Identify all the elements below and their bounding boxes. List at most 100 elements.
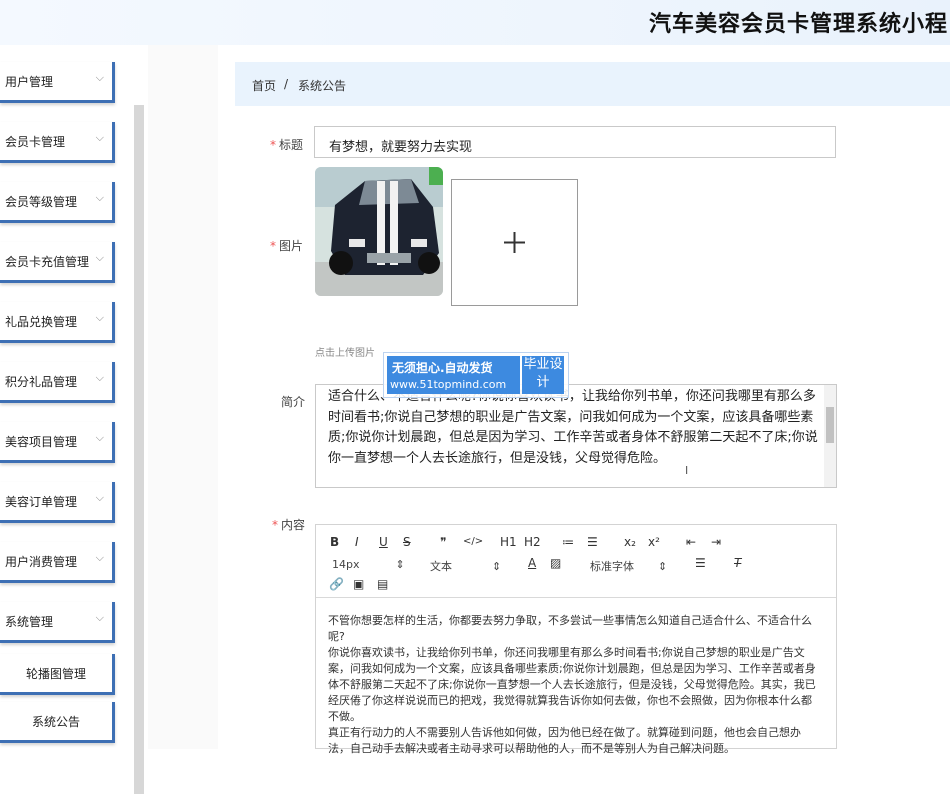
superscript-button[interactable]: x² [648, 535, 660, 549]
sidebar-item-beauty-project[interactable]: 美容项目管理 ⌵ [0, 422, 115, 463]
intro-scrollbar[interactable] [824, 385, 836, 487]
bold-button[interactable]: B [330, 535, 339, 549]
editor-content[interactable]: 不管你想要怎样的生活，你都要去努力争取，不多尝试一些事情怎么知道自己适合什么、不… [328, 613, 822, 757]
chevron-down-icon: ⌵ [95, 251, 104, 264]
sidebar-item-label: 系统公告 [31, 715, 80, 729]
paragraph-value: 文本 [430, 560, 452, 573]
watermark-main: 无须担心.自动发货 www.51topmind.com [387, 356, 520, 394]
paragraph-select[interactable]: 文本 ⇕ [430, 558, 501, 574]
sidebar-item-label: 会员卡管理 [5, 135, 66, 149]
sidebar-item-label: 轮播图管理 [25, 667, 86, 681]
chevron-down-icon: ⌵ [95, 311, 104, 324]
chevron-down-icon: ⌵ [95, 371, 104, 384]
link-icon[interactable]: 🔗 [329, 577, 344, 591]
sidebar-subitem-carousel[interactable]: 轮播图管理 [0, 654, 115, 695]
sidebar-item-label: 用户管理 [5, 75, 54, 89]
watermark-banner: 无须担心.自动发货 www.51topmind.com 毕业设计 [383, 352, 569, 398]
intro-textarea[interactable]: 适合什么、不适合什么呢?你说你喜欢读书，让我给你列书单，你还问我哪里有那么多时间… [315, 384, 837, 488]
outdent-icon[interactable]: ⇤ [686, 535, 696, 549]
app-title: 汽车美容会员卡管理系统小程 [648, 12, 948, 37]
upload-image-button[interactable] [451, 179, 578, 306]
sidebar-subitem-announcement[interactable]: 系统公告 [0, 702, 115, 743]
required-mark: * [270, 239, 276, 253]
sidebar-item-user-consumption[interactable]: 用户消费管理 ⌵ [0, 542, 115, 583]
sidebar-scrollbar[interactable] [134, 105, 144, 794]
select-arrow-icon: ⇕ [395, 558, 405, 571]
blockquote-icon[interactable]: ❞ [440, 535, 446, 549]
sidebar-item-label: 美容订单管理 [5, 495, 78, 509]
watermark-badge: 毕业设计 [522, 356, 564, 394]
sidebar-item-member-level[interactable]: 会员等级管理 ⌵ [0, 182, 115, 223]
sidebar-item-label: 礼品兑换管理 [5, 315, 78, 329]
chevron-down-icon: ⌵ [95, 491, 104, 504]
italic-button[interactable]: I [355, 535, 359, 549]
sidebar-item-label: 积分礼品管理 [5, 375, 78, 389]
code-icon[interactable]: </> [463, 536, 483, 547]
content-label-text: 内容 [281, 518, 306, 532]
content-gutter [148, 45, 218, 749]
chevron-down-icon: ⌵ [95, 131, 104, 144]
ordered-list-icon[interactable]: ≔ [562, 535, 574, 549]
underline-button[interactable]: U [379, 535, 388, 549]
heading2-button[interactable]: H2 [524, 535, 541, 549]
required-mark: * [270, 138, 276, 152]
sidebar-item-beauty-order[interactable]: 美容订单管理 ⌵ [0, 482, 115, 523]
chevron-down-icon: ⌵ [95, 71, 104, 84]
select-arrow-icon: ⇕ [492, 560, 502, 573]
sidebar-item-system[interactable]: 系统管理 ⌵ [0, 602, 115, 643]
font-size-select[interactable]: 14px ⇕ [332, 558, 405, 571]
uploaded-car-image[interactable] [315, 167, 443, 296]
heading1-button[interactable]: H1 [500, 535, 517, 549]
intro-label: 简介 [281, 395, 306, 409]
image-icon[interactable]: ▣ [353, 577, 364, 591]
sidebar-item-gift-exchange[interactable]: 礼品兑换管理 ⌵ [0, 302, 115, 343]
top-header: 汽车美容会员卡管理系统小程 [0, 0, 950, 45]
intro-text: 适合什么、不适合什么呢?你说你喜欢读书，让我给你列书单，你还问我哪里有那么多时间… [328, 389, 818, 466]
chevron-down-icon: ⌵ [95, 551, 104, 564]
upload-hint: 点击上传图片 [315, 348, 375, 359]
content-label: * 内容 [272, 516, 305, 533]
sidebar-item-points-gift[interactable]: 积分礼品管理 ⌵ [0, 362, 115, 403]
sidebar-item-label: 会员等级管理 [5, 195, 78, 209]
breadcrumb: 首页 / 系统公告 [235, 62, 950, 106]
sidebar-item-label: 会员卡充值管理 [5, 255, 90, 269]
video-icon[interactable]: ▤ [377, 577, 388, 591]
align-icon[interactable]: ☰ [695, 556, 706, 570]
sidebar-item-label: 系统管理 [5, 615, 54, 629]
editor-text: 不管你想要怎样的生活，你都要去努力争取，不多尝试一些事情怎么知道自己适合什么、不… [328, 614, 816, 755]
editor-toolbar: B I U S ❞ </> H1 H2 ≔ ☰ x₂ x² ⇤ ⇥ 14px ⇕ … [316, 525, 836, 598]
car-photo [315, 167, 443, 296]
chevron-down-icon: ⌵ [95, 611, 104, 624]
breadcrumb-home[interactable]: 首页 [252, 77, 276, 94]
background-color-icon[interactable]: ▨ [550, 556, 561, 570]
chevron-down-icon: ⌵ [95, 431, 104, 444]
intro-scroll-thumb[interactable] [826, 407, 834, 443]
title-input[interactable]: 有梦想，就要努力去实现 [314, 126, 836, 158]
strike-button[interactable]: S [403, 535, 411, 549]
plus-icon [504, 232, 525, 253]
sidebar-item-user[interactable]: 用户管理 ⌵ [0, 62, 115, 103]
font-size-value: 14px [332, 558, 360, 571]
watermark-line1: 无须担心.自动发货 [392, 361, 493, 375]
sidebar-item-label: 用户消费管理 [5, 555, 78, 569]
title-label-text: 标题 [279, 138, 304, 152]
required-mark: * [272, 518, 278, 532]
image-label: * 图片 [270, 237, 303, 254]
subscript-button[interactable]: x₂ [624, 535, 636, 549]
clear-format-icon[interactable]: T [734, 556, 741, 570]
indent-icon[interactable]: ⇥ [711, 535, 721, 549]
breadcrumb-separator: / [284, 77, 289, 91]
rich-text-editor[interactable]: B I U S ❞ </> H1 H2 ≔ ☰ x₂ x² ⇤ ⇥ 14px ⇕ … [315, 524, 837, 755]
title-label: * 标题 [270, 136, 303, 153]
font-family-select[interactable]: 标准字体 ⇕ [590, 558, 667, 574]
watermark-line2: www.51topmind.com [390, 378, 507, 391]
breadcrumb-current: 系统公告 [298, 79, 347, 93]
text-cursor-icon: I [685, 464, 689, 477]
sidebar-item-member-card[interactable]: 会员卡管理 ⌵ [0, 122, 115, 163]
font-color-icon[interactable]: A [528, 556, 536, 570]
bullet-list-icon[interactable]: ☰ [587, 535, 598, 549]
sidebar-item-label: 美容项目管理 [5, 435, 78, 449]
chevron-down-icon: ⌵ [95, 191, 104, 204]
image-label-text: 图片 [279, 239, 304, 253]
sidebar-item-recharge[interactable]: 会员卡充值管理 ⌵ [0, 242, 115, 283]
